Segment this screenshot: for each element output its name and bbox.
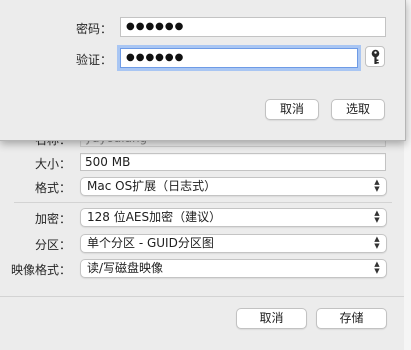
key-icon [371, 49, 380, 64]
bottom-divider [0, 296, 404, 297]
size-label: 大小： [34, 157, 71, 171]
format-row: 格式： Mac OS扩展（日志式） ▲ ▼ [0, 177, 404, 197]
verify-label: 验证： [75, 53, 112, 67]
format-label: 格式： [34, 181, 71, 195]
format-popup[interactable]: Mac OS扩展（日志式） ▲ ▼ [80, 177, 387, 196]
size-field[interactable]: 500 MB [80, 153, 386, 171]
up-down-arrows-icon: ▲ ▼ [374, 235, 380, 250]
cancel-button[interactable]: 取消 [236, 308, 307, 329]
password-field[interactable]: ●●●●●● [120, 17, 386, 37]
password-assistant-button[interactable] [365, 46, 385, 67]
screen: 名称： yayoalang 大小： 500 MB 格式： Mac OS扩展（日志… [0, 0, 411, 350]
partition-label: 分区： [34, 238, 71, 252]
choose-button[interactable]: 选取 [331, 99, 385, 120]
encryption-row: 加密： 128 位AES加密（建议） ▲ ▼ [0, 208, 404, 228]
encryption-popup[interactable]: 128 位AES加密（建议） ▲ ▼ [80, 208, 387, 227]
section-divider [14, 202, 392, 203]
size-row: 大小： 500 MB [0, 153, 404, 173]
up-down-arrows-icon: ▲ ▼ [374, 178, 380, 193]
encryption-label: 加密： [34, 212, 71, 226]
up-down-arrows-icon: ▲ ▼ [374, 260, 380, 275]
password-label: 密码： [75, 22, 112, 36]
verify-field[interactable]: ●●●●●● [120, 48, 358, 68]
save-button[interactable]: 存储 [316, 308, 387, 329]
sheet-cancel-button[interactable]: 取消 [265, 99, 319, 120]
up-down-arrows-icon: ▲ ▼ [374, 209, 380, 224]
image-format-label: 映像格式： [10, 263, 71, 277]
image-format-popup[interactable]: 读/写磁盘映像 ▲ ▼ [80, 259, 387, 278]
partition-popup-value: 单个分区 - GUID分区图 [87, 236, 214, 250]
encryption-popup-value: 128 位AES加密（建议） [87, 210, 222, 224]
image-format-popup-value: 读/写磁盘映像 [87, 261, 164, 275]
format-popup-value: Mac OS扩展（日志式） [87, 179, 217, 193]
partition-row: 分区： 单个分区 - GUID分区图 ▲ ▼ [0, 234, 404, 254]
image-format-row: 映像格式： 读/写磁盘映像 ▲ ▼ [0, 259, 404, 279]
password-sheet: 密码： ●●●●●● 验证： ●●●●●● 取消 选取 [0, 0, 406, 141]
partition-popup[interactable]: 单个分区 - GUID分区图 ▲ ▼ [80, 234, 387, 253]
